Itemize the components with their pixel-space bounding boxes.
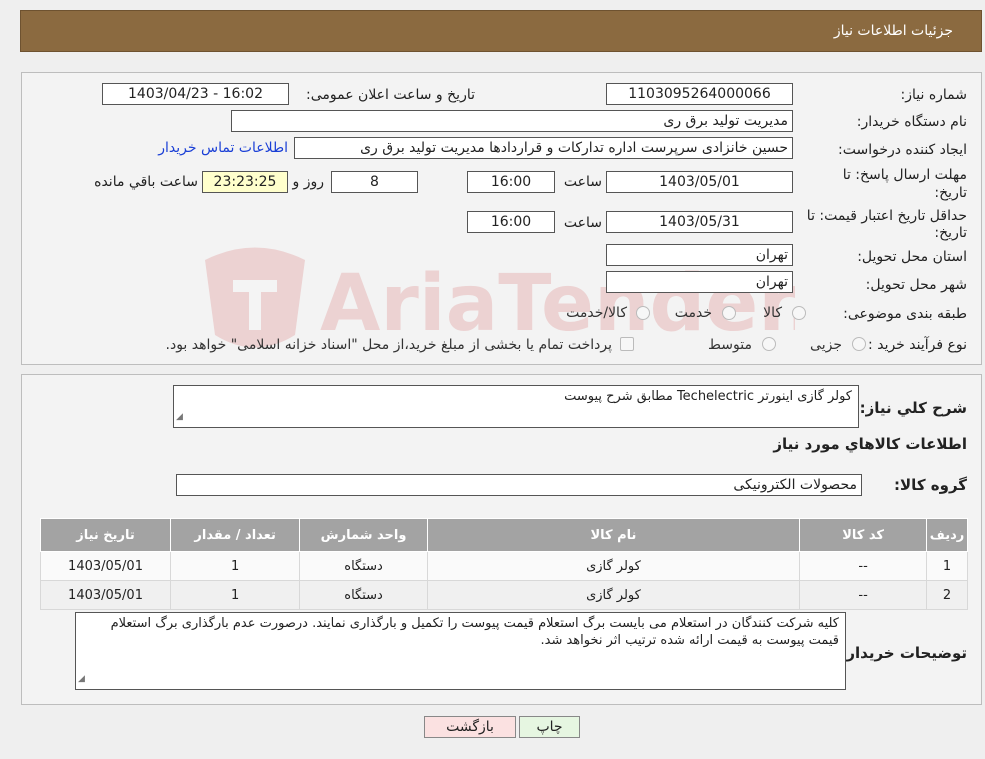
- col-qty-header: تعداد / مقدار: [170, 518, 301, 552]
- col-code-header: کد کالا: [799, 518, 928, 552]
- buyer-contact-link[interactable]: اطلاعات تماس خریدار: [158, 140, 288, 156]
- cell-code: --: [799, 551, 928, 581]
- process-minor-radio[interactable]: [852, 337, 866, 351]
- buyer-notes-label: توضیحات خریدار:: [840, 644, 967, 662]
- col-unit-header: واحد شمارش: [299, 518, 428, 552]
- cell-row: 1: [926, 551, 968, 581]
- table-row: 1 -- کولر گازی دستگاه 1 1403/05/01: [39, 551, 968, 581]
- treasury-payment-checkbox[interactable]: [620, 337, 634, 351]
- cell-row: 2: [926, 580, 968, 610]
- need-number-field: 1103095264000066: [606, 83, 793, 105]
- table-row: 2 -- کولر گازی دستگاه 1 1403/05/01: [39, 580, 968, 610]
- category-service-radio[interactable]: [722, 306, 736, 320]
- category-goods-service-label: کالا/خدمت: [566, 305, 627, 321]
- creator-field: حسین خانزادی سرپرست اداره تدارکات و قرار…: [294, 137, 793, 159]
- buyer-notes-field: کلیه شرکت کنندگان در استعلام می بایست بر…: [75, 612, 846, 690]
- validity-label: حداقل تاریخ اعتبار قیمت: تا: [806, 208, 967, 224]
- buyer-org-label: نام دستگاه خریدار:: [856, 114, 967, 130]
- need-number-label: شماره نیاز:: [900, 87, 968, 103]
- product-group-field: محصولات الکترونیکی: [176, 474, 862, 496]
- general-desc-label: شرح کلي نياز:: [859, 399, 967, 417]
- validity-date-field: 1403/05/31: [606, 211, 793, 233]
- deadline-label-line2: تاریخ:: [934, 185, 967, 201]
- resize-grip-icon[interactable]: ◢: [176, 409, 183, 426]
- city-field: تهران: [606, 271, 793, 293]
- process-minor-label: جزیی: [810, 337, 842, 353]
- page-header: جزئیات اطلاعات نیاز: [20, 10, 982, 52]
- cell-unit: دستگاه: [299, 551, 428, 581]
- deadline-time-field: 16:00: [467, 171, 555, 193]
- items-section-title: اطلاعات کالاهاي مورد نياز: [773, 435, 967, 453]
- treasury-payment-note: پرداخت تمام یا بخشی از مبلغ خرید،از محل …: [165, 337, 612, 353]
- validity-time-label: ساعت: [563, 215, 602, 231]
- days-label: روز و: [292, 174, 325, 190]
- province-label: استان محل تحویل:: [857, 249, 967, 265]
- buyer-notes-text: کلیه شرکت کنندگان در استعلام می بایست بر…: [110, 616, 839, 648]
- deadline-label: مهلت ارسال پاسخ: تا: [842, 167, 967, 183]
- table-header-row: ردیف کد کالا نام کالا واحد شمارش تعداد /…: [39, 518, 968, 552]
- creator-label: ایجاد کننده درخواست:: [838, 142, 967, 158]
- cell-qty: 1: [170, 580, 301, 610]
- process-medium-label: متوسط: [708, 337, 752, 353]
- validity-time-field: 16:00: [467, 211, 555, 233]
- buyer-org-field: مدیریت تولید برق ری: [231, 110, 793, 132]
- cell-name: کولر گازی: [426, 551, 801, 581]
- col-name-header: نام کالا: [426, 518, 801, 552]
- col-date-header: تاریخ نیاز: [39, 518, 172, 552]
- category-goods-service-radio[interactable]: [636, 306, 650, 320]
- cell-name: کولر گازی: [426, 580, 801, 610]
- items-table: ردیف کد کالا نام کالا واحد شمارش تعداد /…: [39, 518, 968, 610]
- announce-field: 1403/04/23 - 16:02: [102, 83, 289, 105]
- page-title: جزئیات اطلاعات نیاز: [833, 23, 953, 39]
- city-label: شهر محل تحویل:: [865, 277, 967, 293]
- general-desc-text: کولر گازی اینورتر Techelectric مطابق شرح…: [564, 389, 852, 404]
- cell-code: --: [799, 580, 928, 610]
- remaining-time-field: 23:23:25: [202, 171, 288, 193]
- cell-date: 1403/05/01: [39, 580, 172, 610]
- deadline-date-field: 1403/05/01: [606, 171, 793, 193]
- print-button[interactable]: چاپ: [519, 716, 580, 738]
- resize-grip-icon[interactable]: ◢: [78, 671, 85, 688]
- announce-label: تاریخ و ساعت اعلان عمومی:: [306, 87, 475, 103]
- cell-date: 1403/05/01: [39, 551, 172, 581]
- general-desc-field: کولر گازی اینورتر Techelectric مطابق شرح…: [173, 385, 859, 428]
- back-button[interactable]: بازگشت: [424, 716, 516, 738]
- validity-label-line2: تاریخ:: [934, 225, 967, 241]
- category-service-label: خدمت: [674, 305, 712, 321]
- category-goods-radio[interactable]: [792, 306, 806, 320]
- days-remaining-field: 8: [331, 171, 418, 193]
- product-group-label: گروه کالا:: [894, 476, 967, 494]
- cell-unit: دستگاه: [299, 580, 428, 610]
- remaining-label: ساعت باقي مانده: [94, 174, 198, 190]
- process-medium-radio[interactable]: [762, 337, 776, 351]
- col-row-header: ردیف: [926, 518, 968, 552]
- deadline-time-label: ساعت: [563, 174, 602, 190]
- process-label: نوع فرآیند خرید :: [868, 337, 967, 353]
- category-goods-label: کالا: [763, 305, 782, 321]
- province-field: تهران: [606, 244, 793, 266]
- cell-qty: 1: [170, 551, 301, 581]
- category-label: طبقه بندی موضوعی:: [843, 306, 967, 322]
